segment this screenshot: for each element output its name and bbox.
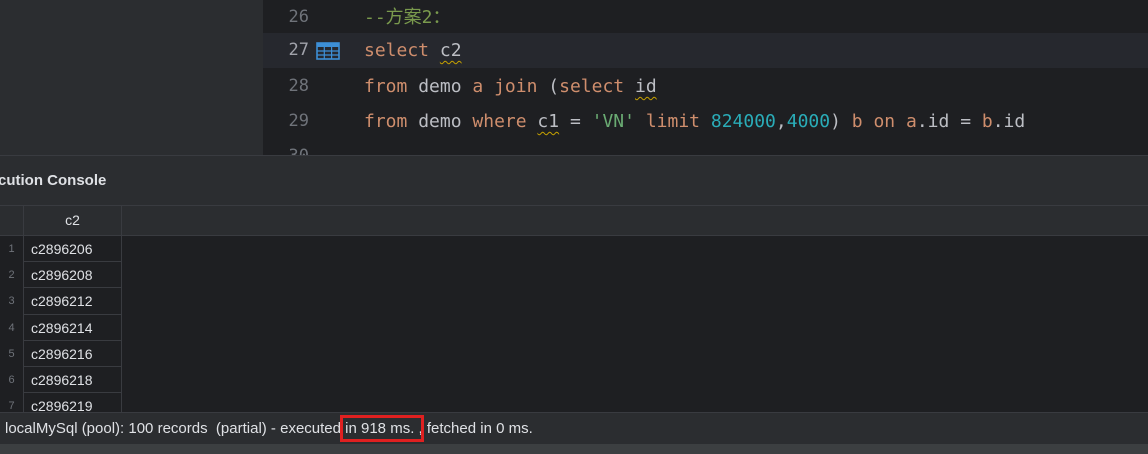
code-token: on — [873, 111, 896, 132]
line-number: 28 — [288, 76, 309, 96]
status-fetched: , fetched in 0 ms. — [418, 420, 533, 437]
code-text[interactable]: from demo where c1 = 'VN' limit 824000,4… — [364, 104, 1025, 139]
project-pane — [0, 0, 263, 155]
code-token: = — [559, 111, 592, 132]
line-number: 27 — [288, 40, 309, 60]
execution-time-highlight: in 918 ms. — [340, 415, 424, 442]
code-token: id — [635, 76, 657, 97]
table-row[interactable]: 1 c2896206 — [0, 236, 1148, 263]
table-cell[interactable]: c2896208 — [24, 262, 122, 289]
code-token: limit — [645, 111, 701, 132]
code-token: 'VN' — [591, 111, 635, 132]
row-number: 3 — [0, 288, 24, 315]
code-token: select — [559, 76, 625, 97]
code-token: demo — [407, 76, 473, 97]
code-text[interactable]: select c2 — [364, 33, 462, 68]
table-cell[interactable]: c2896212 — [24, 288, 122, 315]
code-token: select — [364, 40, 430, 61]
code-token: ( — [537, 76, 560, 97]
result-grid[interactable]: c2 1 c2896206 2 c2896208 3 c2896212 4 c2896214 5… — [0, 205, 1148, 412]
line-number: 26 — [288, 7, 309, 27]
bottom-strip — [0, 444, 1148, 454]
code-token: b — [851, 111, 863, 132]
editor-line[interactable]: 30 — [263, 139, 1148, 155]
column-header-c2[interactable]: c2 — [24, 206, 122, 237]
table-row[interactable]: 4 c2896214 — [0, 314, 1148, 341]
code-text[interactable]: --方案2： — [364, 0, 451, 35]
editor-line[interactable]: 29 from demo where c1 = 'VN' limit 82400… — [263, 104, 1148, 139]
row-number: 1 — [0, 236, 24, 263]
grid-header: c2 — [0, 205, 1148, 237]
table-row[interactable]: 2 c2896208 — [0, 262, 1148, 289]
code-token: .id — [992, 111, 1026, 132]
code-token: ) — [830, 111, 852, 132]
editor-line[interactable]: 26 --方案2： — [263, 0, 1148, 35]
editor-line[interactable]: 28 from demo a join (select id — [263, 69, 1148, 104]
row-number: 4 — [0, 314, 24, 341]
editor-line-current[interactable]: 27 select c2 — [263, 33, 1148, 68]
row-number-header — [0, 206, 24, 237]
table-cell[interactable]: c2896219 — [24, 393, 122, 412]
table-row[interactable]: 6 c2896218 — [0, 366, 1148, 394]
status-records: localMySql (pool): 100 records (partial)… — [5, 420, 346, 437]
table-row[interactable]: 7 c2896219 — [0, 393, 1148, 412]
line-number: 30 — [263, 139, 309, 155]
code-token: demo — [407, 111, 473, 132]
table-cell[interactable]: c2896218 — [24, 366, 122, 394]
code-token: .id = — [916, 111, 982, 132]
code-token: --方案2： — [364, 7, 451, 28]
row-number: 5 — [0, 340, 24, 367]
code-token: where — [472, 111, 527, 132]
code-token: 824000 — [710, 111, 776, 132]
execution-console-header: cution Console — [0, 155, 1148, 205]
status-bar: localMySql (pool): 100 records (partial)… — [0, 412, 1148, 444]
code-editor[interactable]: 26 --方案2： 27 select c2 28 from demo a jo… — [0, 0, 1148, 155]
code-token: from — [364, 111, 408, 132]
code-token: 4000 — [786, 111, 831, 132]
row-number: 7 — [0, 393, 24, 412]
status-message: localMySql (pool): 100 records (partial)… — [5, 413, 533, 445]
table-cell[interactable]: c2896216 — [24, 340, 122, 367]
code-token: c1 — [537, 111, 560, 132]
table-row[interactable]: 5 c2896216 — [0, 340, 1148, 367]
code-token: , — [775, 111, 787, 132]
code-token: b — [981, 111, 993, 132]
code-token: from — [364, 76, 408, 97]
code-token: a — [472, 76, 484, 97]
row-number: 2 — [0, 262, 24, 289]
code-token: c2 — [439, 40, 462, 61]
code-text[interactable]: from demo a join (select id — [364, 69, 657, 104]
console-title: cution Console — [0, 172, 107, 189]
table-cell[interactable]: c2896214 — [24, 314, 122, 341]
row-number: 6 — [0, 366, 24, 394]
line-number: 29 — [288, 111, 309, 131]
code-token: a — [906, 111, 917, 132]
grid-rows: 1 c2896206 2 c2896208 3 c2896212 4 c2896214 5 c28… — [0, 236, 1148, 412]
table-row[interactable]: 3 c2896212 — [0, 288, 1148, 315]
code-token: join — [494, 76, 538, 97]
table-cell[interactable]: c2896206 — [24, 236, 122, 263]
table-grid-icon[interactable] — [316, 42, 340, 60]
